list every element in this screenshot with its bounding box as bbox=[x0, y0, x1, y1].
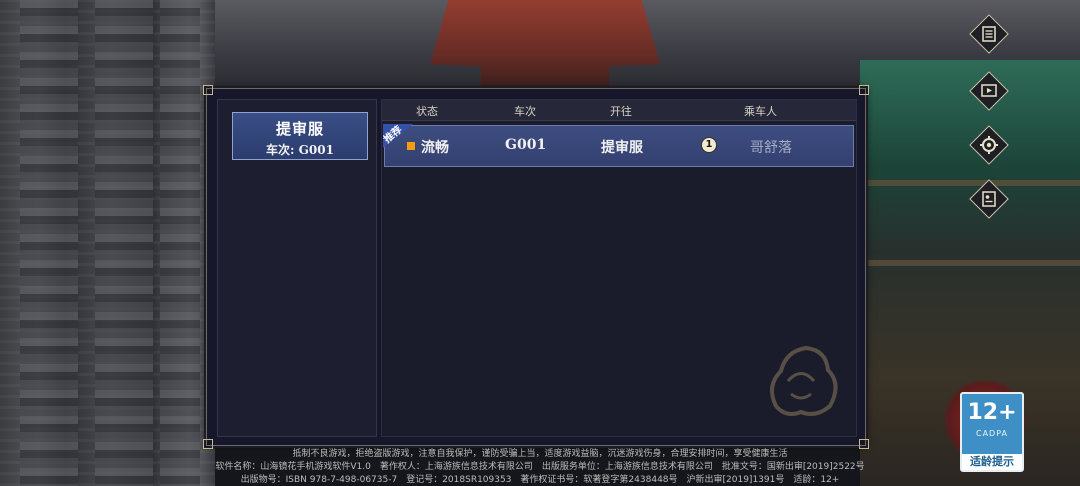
server-list-header: 状态 车次 开往 乘车人 bbox=[382, 100, 856, 121]
server-tab-code: 车次: G001 bbox=[266, 143, 334, 157]
server-tab-review[interactable]: 提审服 车次: G001 bbox=[232, 112, 368, 160]
header-passenger: 乘车人 bbox=[744, 105, 777, 118]
video-button[interactable] bbox=[969, 71, 1009, 111]
header-status: 状态 bbox=[416, 105, 438, 118]
passenger-name: 哥舒落 bbox=[750, 140, 792, 156]
id-card-icon bbox=[982, 191, 996, 207]
server-status: 流畅 bbox=[421, 140, 449, 156]
header-code: 车次 bbox=[514, 105, 536, 118]
footer-software-info: 软件名称：山海镜花手机游戏软件V1.0 著作权人：上海游族信息技术有限公司 出版… bbox=[215, 462, 865, 472]
footer-publication-info: 出版物号：ISBN 978-7-498-06735-7 登记号：2018SR10… bbox=[240, 475, 840, 485]
video-icon bbox=[981, 84, 997, 97]
server-group-sidebar: 提审服 车次: G001 bbox=[217, 99, 377, 437]
list-icon bbox=[982, 26, 996, 42]
age-rating-tip: 适龄提示 bbox=[962, 454, 1022, 470]
settings-icon bbox=[980, 136, 998, 154]
server-code: G001 bbox=[505, 137, 547, 153]
character-count-badge: 1 bbox=[701, 137, 717, 153]
server-list: 状态 车次 开往 乘车人 推荐 流畅 G001 提审服 1 哥舒落 bbox=[381, 99, 857, 437]
age-rating-number: 12+ bbox=[967, 400, 1017, 425]
age-rating-org: CADPA bbox=[975, 429, 1008, 438]
header-destination: 开往 bbox=[610, 105, 632, 118]
settings-button[interactable] bbox=[969, 125, 1009, 165]
age-rating-badge[interactable]: 12+ CADPA 适龄提示 bbox=[960, 392, 1024, 472]
decorative-emblem-icon bbox=[770, 345, 838, 416]
notice-button[interactable] bbox=[969, 14, 1009, 54]
server-select-panel: 提审服 车次: G001 状态 车次 开往 乘车人 推荐 流畅 G001 提审服… bbox=[203, 85, 869, 449]
background-left-pillars bbox=[0, 0, 215, 486]
server-row[interactable]: 推荐 流畅 G001 提审服 1 哥舒落 bbox=[383, 124, 854, 167]
server-tab-name: 提审服 bbox=[275, 120, 324, 138]
footer-health-notice: 抵制不良游戏，拒绝盗版游戏，注意自我保护，谨防受骗上当，适度游戏益脑，沉迷游戏伤… bbox=[292, 449, 788, 459]
account-button[interactable] bbox=[969, 179, 1009, 219]
status-indicator bbox=[407, 142, 415, 150]
server-destination: 提审服 bbox=[601, 140, 643, 156]
